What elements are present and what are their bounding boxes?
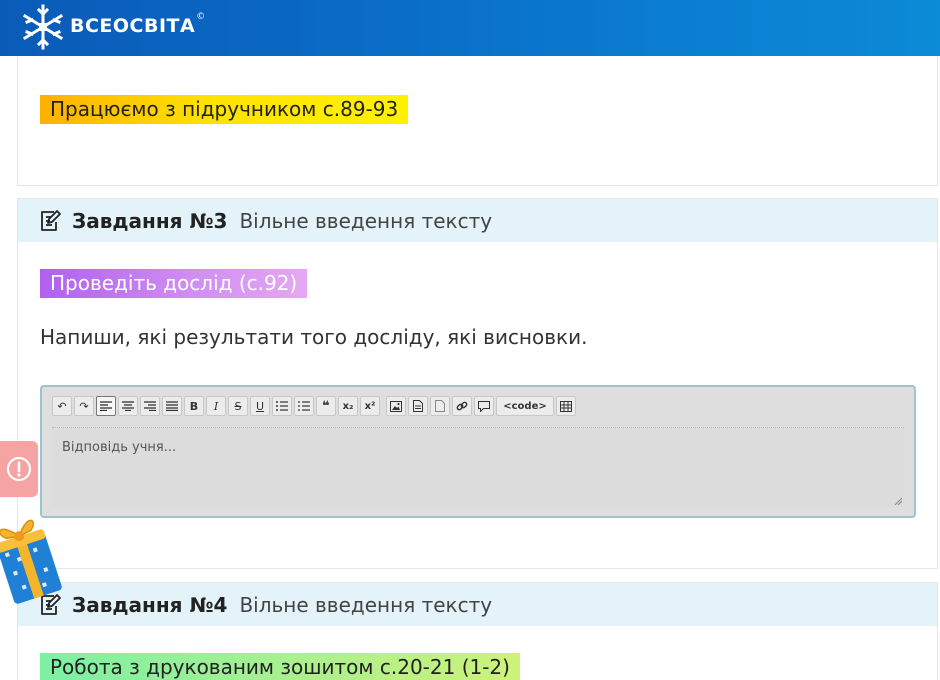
task-card-4: Завдання №4 Вільне введення тексту Робот… [17,582,938,680]
bullet-list-button[interactable] [272,396,292,416]
numbered-list-icon [298,401,310,411]
italic-icon: I [213,399,219,413]
align-right-icon [144,401,156,411]
subscript-button[interactable]: x₂ [338,396,358,416]
strikethrough-icon: S [234,399,242,413]
task-card-3: Завдання №3 Вільне введення тексту Прове… [17,198,938,569]
subscript-icon: x₂ [342,400,354,412]
superscript-button[interactable]: x² [360,396,380,416]
edit-note-icon [41,209,61,231]
bold-button[interactable]: B [184,396,204,416]
image-button[interactable] [386,396,406,416]
resize-handle-icon[interactable] [894,497,902,505]
file-button[interactable] [408,396,428,416]
brand-name: ВСЕОСВІТА [70,15,196,37]
answer-placeholder: Відповідь учня... [62,440,177,455]
code-button[interactable]: <code> [496,396,554,416]
align-center-button[interactable] [118,396,138,416]
task-highlight: Робота з друкованим зошитом с.20-21 (1-2… [40,653,520,680]
task-type: Вільне введення тексту [239,592,493,617]
task-number: Завдання №3 [72,208,228,233]
redo-button[interactable]: ↷ [74,396,94,416]
align-right-button[interactable] [140,396,160,416]
gift-icon[interactable] [0,506,62,614]
italic-button[interactable]: I [206,396,226,416]
quote-icon: ❝ [322,398,330,414]
align-left-button[interactable] [96,396,116,416]
task-header: Завдання №3 Вільне введення тексту [18,199,937,242]
comment-button[interactable] [474,396,494,416]
quote-button[interactable]: ❝ [316,396,336,416]
brand-logo[interactable]: ВСЕОСВІТА © [18,2,205,52]
copyright-mark: © [196,12,206,22]
table-button[interactable] [556,396,576,416]
document-icon [435,400,445,412]
task-description: Напиши, які результати того досліду, які… [40,325,588,349]
table-icon [560,400,572,412]
task-highlight: Проведіть дослід (с.92) [40,269,308,298]
redo-icon: ↷ [79,399,89,413]
site-header: ВСЕОСВІТА © [0,0,940,56]
report-error-tab[interactable] [0,441,38,497]
comment-icon [478,400,490,412]
task-card-2: Працюємо з підручником с.89-93 [17,50,938,186]
task-header: Завдання №4 Вільне введення тексту [18,583,937,626]
align-center-icon [122,401,134,411]
code-icon: <code> [503,400,547,412]
exclamation-icon [6,456,32,482]
file-icon [413,400,423,412]
justify-icon [166,401,178,411]
answer-editor: ↶ ↷ B I S U ❝ x₂ x² <code> Відповідь учн… [40,385,916,518]
editor-toolbar: ↶ ↷ B I S U ❝ x₂ x² <code> [52,396,576,416]
image-icon [390,400,402,412]
bold-icon: B [189,399,199,413]
undo-icon: ↶ [57,399,67,413]
align-left-icon [100,401,112,411]
task-type: Вільне введення тексту [239,208,493,233]
document-button[interactable] [430,396,450,416]
task-highlight: Працюємо з підручником с.89-93 [40,95,409,124]
task-number: Завдання №4 [72,592,228,617]
bullet-list-icon [276,401,288,411]
snowflake-icon [22,4,64,50]
underline-button[interactable]: U [250,396,270,416]
superscript-icon: x² [364,400,376,412]
strikethrough-button[interactable]: S [228,396,248,416]
numbered-list-button[interactable] [294,396,314,416]
underline-icon: U [255,399,265,413]
undo-button[interactable]: ↶ [52,396,72,416]
answer-textarea[interactable]: Відповідь учня... [52,427,904,507]
justify-button[interactable] [162,396,182,416]
link-icon [456,401,468,411]
link-button[interactable] [452,396,472,416]
